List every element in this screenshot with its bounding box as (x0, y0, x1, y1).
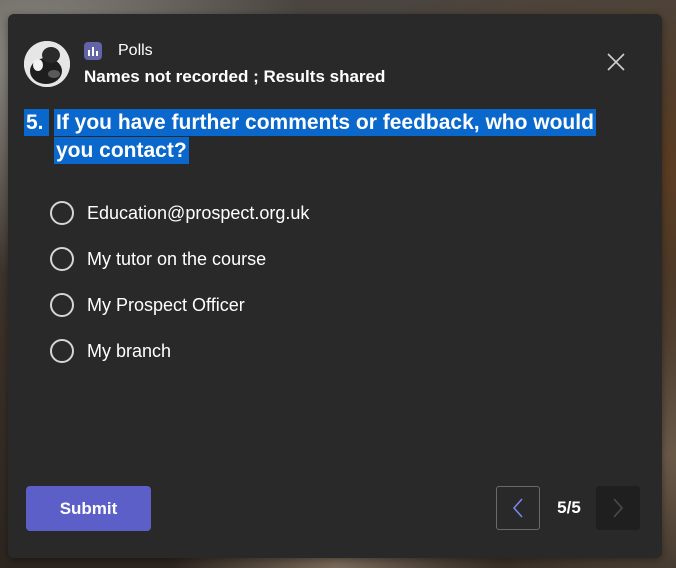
poll-options: Education@prospect.org.uk My tutor on th… (50, 198, 309, 382)
question-text: If you have further comments or feedback… (54, 109, 596, 164)
poll-card: Polls Names not recorded ; Results share… (8, 14, 662, 558)
page-indicator: 5/5 (557, 498, 581, 517)
poll-option[interactable]: My Prospect Officer (50, 290, 309, 320)
close-icon[interactable] (604, 50, 628, 74)
option-label: Education@prospect.org.uk (87, 202, 310, 223)
polls-app-icon (84, 42, 102, 60)
app-name: Polls (118, 42, 153, 59)
question-number: 5. (24, 109, 49, 136)
radio-button[interactable] (50, 339, 74, 363)
option-label: My tutor on the course (87, 248, 267, 269)
radio-button[interactable] (50, 201, 74, 225)
next-question-button[interactable] (596, 486, 640, 530)
chevron-left-icon (512, 498, 523, 518)
poll-option[interactable]: My tutor on the course (50, 244, 309, 274)
poll-subtitle: Names not recorded ; Results shared (84, 67, 386, 86)
chevron-right-icon (613, 498, 624, 518)
radio-button[interactable] (50, 293, 74, 317)
previous-question-button[interactable] (496, 486, 540, 530)
user-avatar-icon (24, 41, 70, 87)
option-label: My branch (87, 340, 172, 361)
poll-option[interactable]: My branch (50, 336, 309, 366)
poll-option[interactable]: Education@prospect.org.uk (50, 198, 309, 228)
poll-question: 5. If you have further comments or feedb… (24, 109, 634, 165)
submit-button[interactable]: Submit (26, 486, 151, 531)
option-label: My Prospect Officer (87, 294, 245, 315)
radio-button[interactable] (50, 247, 74, 271)
